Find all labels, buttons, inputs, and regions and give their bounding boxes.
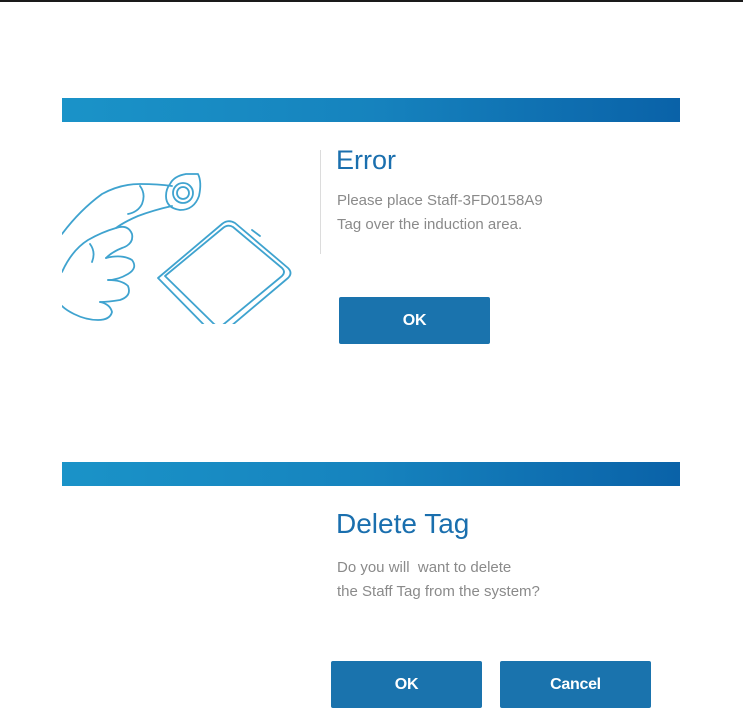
dialog-message: Do you will want to delete the Staff Tag… — [337, 556, 657, 604]
dialog-title-bar — [62, 462, 680, 486]
vertical-divider — [320, 150, 321, 254]
ok-button[interactable]: OK — [331, 661, 482, 708]
delete-tag-dialog: Delete Tag Do you will want to delete th… — [62, 462, 680, 719]
ok-button[interactable]: OK — [339, 297, 490, 344]
message-line-2: the Staff Tag from the system? — [337, 583, 540, 600]
dialog-title: Delete Tag — [336, 508, 470, 539]
page: Error Please place Staff-3FD0158A9 Tag o… — [0, 0, 743, 719]
message-line-1: Please place Staff-3FD0158A9 — [337, 192, 543, 209]
error-dialog: Error Please place Staff-3FD0158A9 Tag o… — [62, 98, 680, 360]
dialog-message: Please place Staff-3FD0158A9 Tag over th… — [337, 189, 657, 237]
hand-tapping-tag-on-reader-icon — [62, 173, 292, 324]
cancel-button[interactable]: Cancel — [500, 661, 651, 708]
top-divider-line — [0, 0, 743, 2]
message-line-2: Tag over the induction area. — [337, 216, 523, 233]
dialog-title-bar — [62, 98, 680, 122]
dialog-title: Error — [336, 145, 396, 175]
message-line-1: Do you will want to delete — [337, 559, 512, 576]
